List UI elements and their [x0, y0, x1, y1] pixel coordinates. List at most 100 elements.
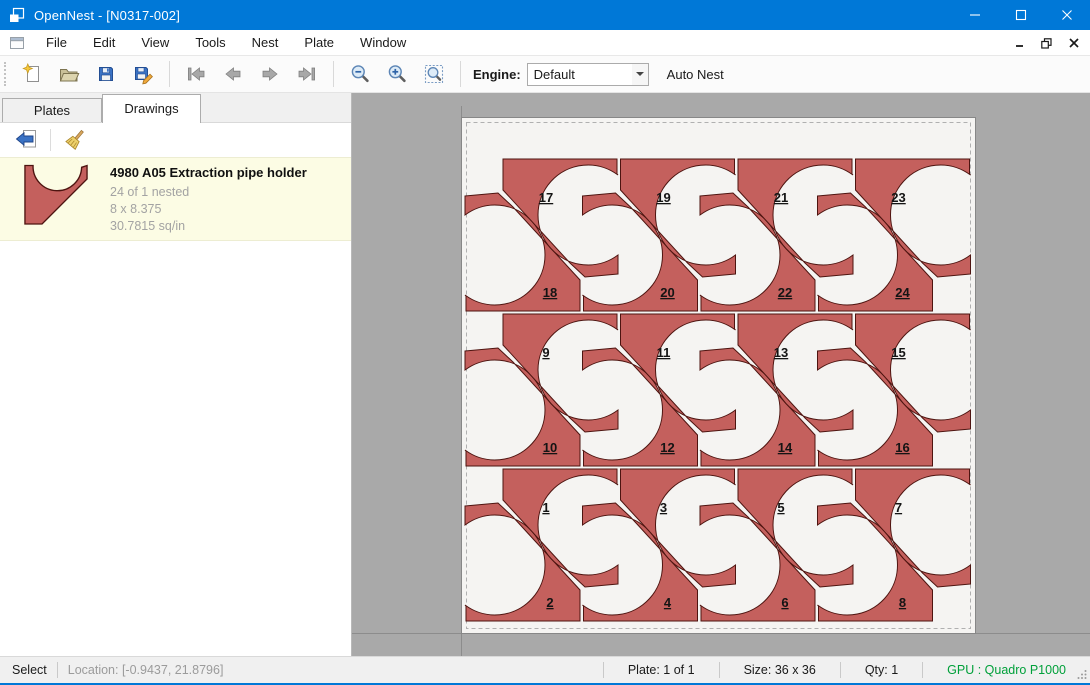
engine-label: Engine:	[473, 67, 521, 82]
menu-plate[interactable]: Plate	[291, 31, 347, 54]
svg-text:22: 22	[778, 285, 792, 300]
go-next-button[interactable]	[255, 59, 285, 89]
mdi-controls	[1009, 30, 1084, 56]
go-previous-button[interactable]	[218, 59, 248, 89]
open-button[interactable]	[54, 59, 84, 89]
svg-text:1: 1	[542, 500, 549, 515]
toolbar-grip[interactable]	[4, 62, 10, 86]
menu-file[interactable]: File	[33, 31, 80, 54]
svg-text:3: 3	[660, 500, 667, 515]
drawing-list-item[interactable]: 4980 A05 Extraction pipe holder 24 of 1 …	[0, 157, 351, 241]
part-thumbnail	[12, 161, 100, 238]
drawing-title: 4980 A05 Extraction pipe holder	[110, 165, 307, 180]
engine-combobox[interactable]: Default	[527, 63, 649, 86]
menu-tools[interactable]: Tools	[182, 31, 238, 54]
mdi-minimize-icon	[1015, 38, 1025, 48]
content-area: PlatesDrawings	[0, 93, 1090, 656]
svg-text:6: 6	[781, 595, 788, 610]
zoom-out-button[interactable]	[345, 59, 375, 89]
close-button[interactable]	[1044, 0, 1090, 30]
mdi-restore-icon	[1041, 38, 1052, 49]
toolbar-separator	[333, 61, 334, 87]
broom-icon	[63, 128, 87, 152]
new-button[interactable]	[17, 59, 47, 89]
return-drawing-icon	[14, 128, 38, 152]
zoom-in-icon	[386, 63, 408, 85]
svg-text:24: 24	[895, 285, 910, 300]
status-separator	[57, 662, 58, 678]
maximize-icon	[1015, 9, 1027, 21]
drawing-area: 30.7815 sq/in	[110, 218, 307, 234]
svg-text:12: 12	[660, 440, 674, 455]
tab-plates[interactable]: Plates	[2, 98, 102, 122]
svg-text:19: 19	[656, 190, 670, 205]
zoom-fit-button[interactable]	[419, 59, 449, 89]
svg-text:16: 16	[895, 440, 909, 455]
mdi-minimize-button[interactable]	[1009, 33, 1030, 53]
mdi-restore-button[interactable]	[1036, 33, 1057, 53]
status-separator	[922, 662, 923, 678]
zoom-fit-icon	[423, 63, 445, 85]
svg-text:15: 15	[891, 345, 905, 360]
document-system-icon[interactable]	[9, 36, 25, 50]
menu-nest[interactable]: Nest	[239, 31, 292, 54]
status-bar: Select Location: [-0.9437, 21.8796] Plat…	[0, 656, 1090, 683]
svg-text:18: 18	[543, 285, 557, 300]
sidebar-tabs: PlatesDrawings	[0, 93, 351, 123]
save-button[interactable]	[91, 59, 121, 89]
open-folder-icon	[58, 63, 80, 85]
go-first-button[interactable]	[181, 59, 211, 89]
go-next-icon	[259, 63, 281, 85]
svg-text:5: 5	[777, 500, 784, 515]
drawings-toolbar	[0, 123, 351, 157]
nest-view[interactable]: 182022241719212310121416911131524681357	[352, 93, 1090, 656]
svg-text:23: 23	[891, 190, 905, 205]
menu-window[interactable]: Window	[347, 31, 419, 54]
svg-text:20: 20	[660, 285, 674, 300]
go-previous-icon	[222, 63, 244, 85]
svg-text:14: 14	[778, 440, 793, 455]
status-location: Location: [-0.9437, 21.8796]	[68, 663, 224, 677]
app-window: OpenNest - [N0317-002] FileEditViewTools…	[0, 0, 1090, 685]
svg-text:13: 13	[774, 345, 788, 360]
go-last-button[interactable]	[292, 59, 322, 89]
menu-edit[interactable]: Edit	[80, 31, 128, 54]
chevron-down-icon[interactable]	[632, 64, 648, 85]
status-mode: Select	[12, 663, 47, 677]
svg-text:4: 4	[664, 595, 672, 610]
svg-text:7: 7	[895, 500, 902, 515]
status-separator	[603, 662, 604, 678]
status-separator	[840, 662, 841, 678]
mdi-close-button[interactable]	[1063, 33, 1084, 53]
return-drawing-button[interactable]	[12, 126, 40, 154]
menu-view[interactable]: View	[128, 31, 182, 54]
toolbar-separator	[460, 61, 461, 87]
toolbar-separator	[50, 129, 51, 151]
main-toolbar: Engine: Default Auto Nest	[0, 56, 1090, 93]
title-bar: OpenNest - [N0317-002]	[0, 0, 1090, 30]
nest-canvas[interactable]: 182022241719212310121416911131524681357	[352, 93, 1090, 656]
engine-value: Default	[528, 67, 632, 82]
drawing-nested-count: 24 of 1 nested	[110, 184, 307, 200]
status-separator	[719, 662, 720, 678]
save-as-button[interactable]	[128, 59, 158, 89]
maximize-button[interactable]	[998, 0, 1044, 30]
go-first-icon	[185, 63, 207, 85]
auto-nest-button[interactable]: Auto Nest	[661, 63, 730, 86]
resize-grip[interactable]	[1076, 668, 1088, 680]
status-right-group: Plate: 1 of 1 Size: 36 x 36 Qty: 1 GPU :…	[593, 657, 1090, 683]
close-icon	[1061, 9, 1073, 21]
zoom-in-button[interactable]	[382, 59, 412, 89]
go-last-icon	[296, 63, 318, 85]
save-as-icon	[132, 63, 154, 85]
clean-button[interactable]	[61, 126, 89, 154]
window-title: OpenNest - [N0317-002]	[34, 8, 180, 23]
mdi-close-icon	[1069, 38, 1079, 48]
minimize-button[interactable]	[952, 0, 998, 30]
status-gpu: GPU : Quadro P1000	[933, 663, 1076, 677]
tab-drawings[interactable]: Drawings	[102, 94, 201, 123]
toolbar-separator	[169, 61, 170, 87]
sidebar: PlatesDrawings	[0, 93, 352, 656]
status-size: Size: 36 x 36	[730, 663, 830, 677]
minimize-icon	[969, 9, 981, 21]
